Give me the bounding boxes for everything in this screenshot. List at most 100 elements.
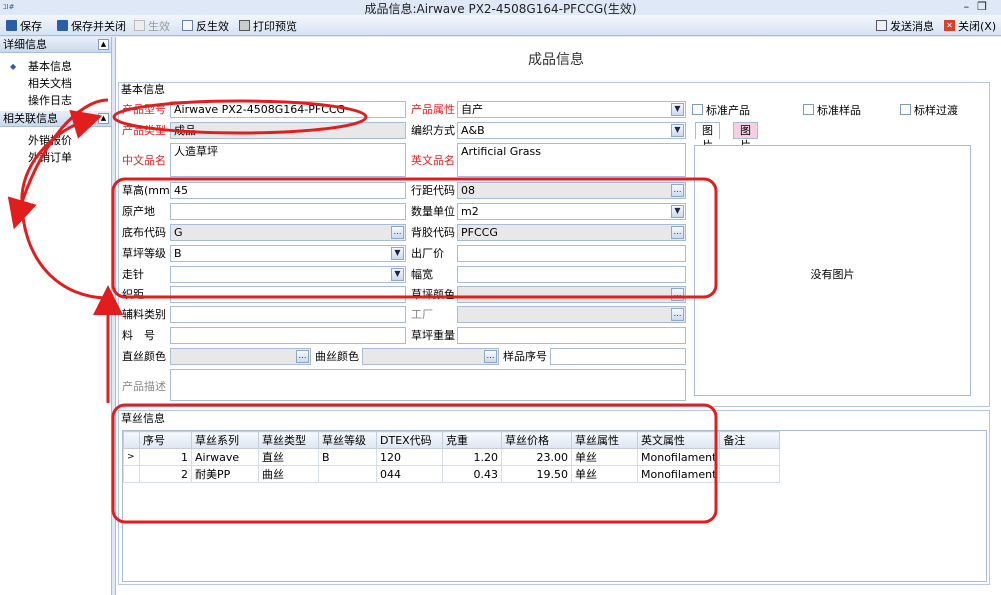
col-header[interactable]: 草丝等级 bbox=[318, 431, 377, 449]
sidebar-item-export-order[interactable]: 外销订单 bbox=[0, 149, 111, 166]
table-row[interactable]: > 1 Airwave 直丝 B 120 1.20 23.00 单丝 Monof… bbox=[123, 448, 781, 466]
material-no-field[interactable] bbox=[170, 327, 406, 344]
table-header-row: 序号 草丝系列 草丝类型 草丝等级 DTEX代码 克重 草丝价格 草丝属性 英文… bbox=[123, 431, 781, 449]
ellipsis-icon[interactable]: … bbox=[671, 226, 684, 239]
send-message-button[interactable]: 发送消息 bbox=[876, 18, 934, 33]
row-code-label: 行距代码 bbox=[411, 184, 455, 197]
close-button[interactable]: ✕ 关闭(X) bbox=[944, 18, 996, 33]
table-row[interactable]: 2 耐美PP 曲丝 044 0.43 19.50 单丝 Monofilament bbox=[123, 465, 781, 483]
sample-no-label: 样品序号 bbox=[503, 350, 547, 363]
description-label: 产品描述 bbox=[122, 380, 166, 393]
row-code-lookup[interactable]: 08… bbox=[457, 182, 686, 199]
col-header[interactable]: 草丝系列 bbox=[191, 431, 259, 449]
sample-no-field[interactable] bbox=[550, 348, 686, 365]
row-spacing-field[interactable] bbox=[170, 286, 406, 303]
restore-icon[interactable]: ❐ bbox=[977, 0, 995, 13]
en-name-textarea[interactable]: Artificial Grass bbox=[457, 143, 686, 177]
origin-label: 原产地 bbox=[122, 205, 155, 218]
page-title: 成品信息 bbox=[528, 52, 584, 68]
backing-code-label: 底布代码 bbox=[122, 226, 166, 239]
document-edit-icon bbox=[182, 20, 193, 31]
description-textarea[interactable] bbox=[170, 369, 686, 401]
grass-weight-field[interactable] bbox=[457, 327, 686, 344]
product-model-field[interactable]: Airwave PX2-4508G164-PFCCG bbox=[170, 101, 406, 118]
col-header[interactable]: 英文属性 bbox=[636, 431, 721, 449]
ellipsis-icon[interactable]: … bbox=[671, 184, 684, 197]
yarn-table: 序号 草丝系列 草丝类型 草丝等级 DTEX代码 克重 草丝价格 草丝属性 英文… bbox=[122, 430, 987, 582]
reverse-effective-button[interactable]: 反生效 bbox=[182, 18, 229, 33]
product-attr-select[interactable]: 自产 ▼ bbox=[457, 101, 686, 118]
cn-name-label: 中文品名 bbox=[122, 154, 166, 167]
standard-sample-checkbox[interactable]: 标准样品 bbox=[803, 102, 861, 117]
ellipsis-icon[interactable]: … bbox=[296, 350, 309, 363]
ellipsis-icon[interactable]: … bbox=[671, 288, 684, 301]
glue-code-lookup[interactable]: PFCCG… bbox=[457, 224, 686, 241]
detail-header[interactable]: 详细信息 ▲ bbox=[0, 37, 111, 53]
factory-lookup[interactable]: … bbox=[457, 306, 686, 323]
tab-image-1[interactable]: 图片1 bbox=[695, 122, 720, 167]
chevron-down-icon[interactable]: ▼ bbox=[671, 103, 684, 116]
col-header[interactable]: 草丝价格 bbox=[501, 431, 572, 449]
no-image-text: 没有图片 bbox=[810, 268, 855, 281]
sidebar-item-basic-info[interactable]: ◆ 基本信息 bbox=[0, 58, 111, 75]
ellipsis-icon[interactable]: … bbox=[671, 308, 684, 321]
selected-bullet-icon: ◆ bbox=[10, 62, 17, 71]
col-header[interactable]: 草丝类型 bbox=[258, 431, 319, 449]
collapse-icon[interactable]: ▲ bbox=[98, 39, 109, 50]
message-icon bbox=[876, 20, 887, 31]
stitch-select[interactable]: ▼ bbox=[170, 266, 406, 283]
straight-color-lookup[interactable]: … bbox=[170, 348, 311, 365]
factory-price-field[interactable] bbox=[457, 245, 686, 262]
chevron-down-icon[interactable]: ▼ bbox=[391, 268, 404, 281]
grass-color-lookup[interactable]: … bbox=[457, 286, 686, 303]
chevron-down-icon[interactable]: ▼ bbox=[391, 247, 404, 260]
minimize-icon[interactable]: – bbox=[964, 0, 978, 13]
sidebar: 详细信息 ▲ ◆ 基本信息 相关文档 操作日志 相关联信息 ▲ 外销报价 外销订… bbox=[0, 37, 112, 595]
cn-name-textarea[interactable]: 人造草坪 bbox=[170, 143, 406, 177]
product-attr-label: 产品属性 bbox=[411, 103, 455, 116]
factory-price-label: 出厂价 bbox=[411, 247, 444, 260]
ellipsis-icon[interactable]: … bbox=[391, 226, 404, 239]
sidebar-item-documents[interactable]: 相关文档 bbox=[0, 75, 111, 92]
ellipsis-icon[interactable]: … bbox=[484, 350, 497, 363]
standard-product-checkbox[interactable]: 标准产品 bbox=[692, 102, 750, 117]
grass-grade-label: 草坪等级 bbox=[122, 247, 166, 260]
col-header[interactable]: 克重 bbox=[442, 431, 502, 449]
material-no-label: 料 号 bbox=[122, 329, 155, 342]
straight-color-label: 直丝颜色 bbox=[122, 350, 166, 363]
backing-code-lookup[interactable]: G… bbox=[170, 224, 406, 241]
floppy-disk-icon bbox=[6, 20, 17, 31]
collapse-icon[interactable]: ▲ bbox=[98, 113, 109, 124]
origin-field[interactable] bbox=[170, 203, 406, 220]
tab-image-2[interactable]: 图片2 bbox=[733, 122, 758, 167]
grass-grade-select[interactable]: B ▼ bbox=[170, 245, 406, 262]
sidebar-item-export-quote[interactable]: 外销报价 bbox=[0, 132, 111, 149]
col-header[interactable]: DTEX代码 bbox=[376, 431, 443, 449]
grass-height-field[interactable]: 45 bbox=[170, 182, 406, 199]
width-field[interactable] bbox=[457, 266, 686, 283]
sidebar-item-log[interactable]: 操作日志 bbox=[0, 92, 111, 109]
print-preview-button[interactable]: 打印预览 bbox=[239, 18, 297, 33]
grass-weight-label: 草坪重量 bbox=[411, 329, 455, 342]
curly-color-label: 曲丝颜色 bbox=[315, 350, 359, 363]
chevron-down-icon[interactable]: ▼ bbox=[671, 205, 684, 218]
chevron-down-icon[interactable]: ▼ bbox=[671, 124, 684, 137]
weave-method-select[interactable]: A&B ▼ bbox=[457, 122, 686, 139]
col-header[interactable]: 序号 bbox=[139, 431, 192, 449]
qty-unit-select[interactable]: m2 ▼ bbox=[457, 203, 686, 220]
row-spacing-label: 织距 bbox=[122, 288, 144, 301]
sample-transition-checkbox[interactable]: 标样过渡 bbox=[900, 102, 958, 117]
save-button[interactable]: 保存 bbox=[6, 18, 42, 33]
save-close-button[interactable]: 保存并关闭 bbox=[57, 18, 126, 33]
product-type-field[interactable]: 成品 bbox=[170, 122, 406, 139]
en-name-label: 英文品名 bbox=[411, 154, 455, 167]
save-close-icon bbox=[57, 20, 68, 31]
close-icon: ✕ bbox=[944, 20, 955, 31]
col-header[interactable]: 备注 bbox=[719, 431, 781, 449]
aux-type-field[interactable] bbox=[170, 306, 406, 323]
col-header[interactable]: 草丝属性 bbox=[571, 431, 638, 449]
effective-button[interactable]: 生效 bbox=[134, 18, 170, 33]
document-check-icon bbox=[134, 20, 145, 31]
related-header[interactable]: 相关联信息 ▲ bbox=[0, 111, 111, 127]
curly-color-lookup[interactable]: … bbox=[362, 348, 499, 365]
